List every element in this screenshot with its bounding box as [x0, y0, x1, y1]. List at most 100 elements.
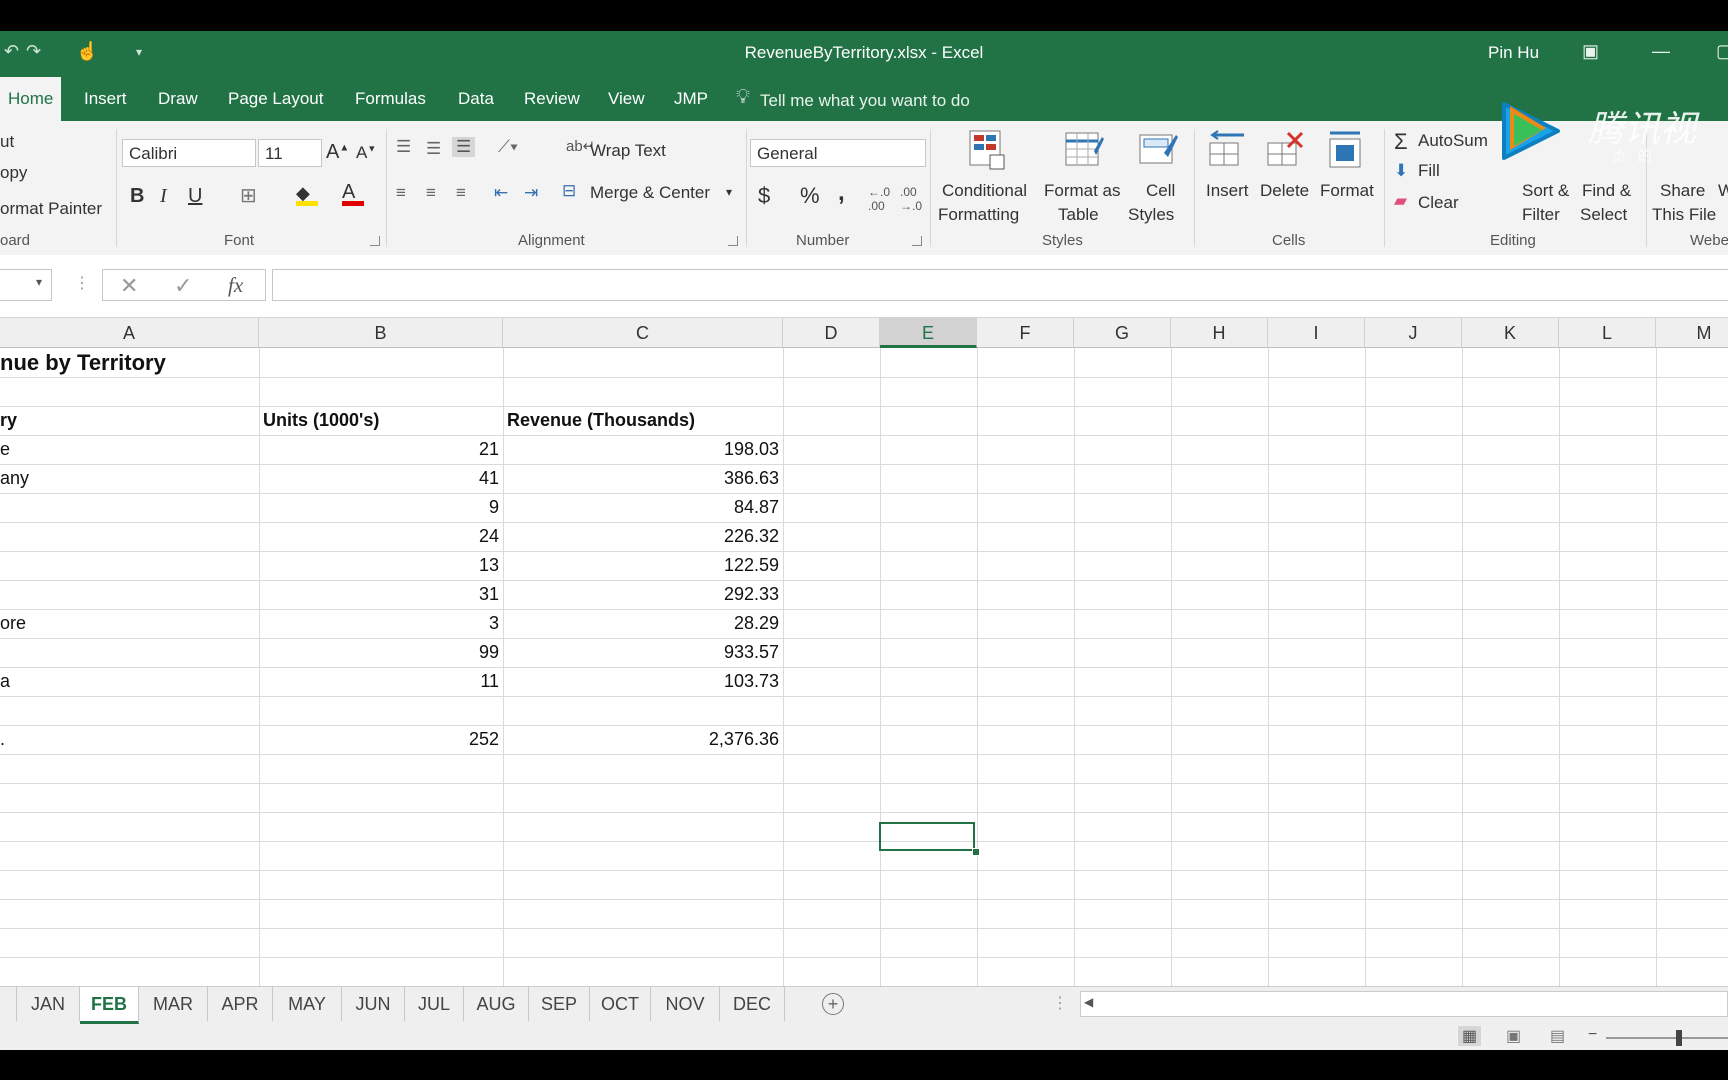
page-layout-view-icon[interactable]: ▣	[1506, 1026, 1521, 1046]
conditional-formatting-label-2[interactable]: Formatting	[938, 205, 1019, 225]
find-select-label-1[interactable]: Find &	[1582, 181, 1631, 201]
sheet-tab-oct[interactable]: OCT	[590, 987, 651, 1021]
minimize-icon[interactable]: —	[1652, 41, 1670, 62]
merge-dropdown-icon[interactable]: ▾	[726, 185, 732, 199]
tab-home[interactable]: Home	[0, 77, 62, 121]
scroll-left-icon[interactable]: ◀	[1084, 995, 1093, 1009]
insert-cells-button[interactable]: Insert	[1206, 181, 1249, 201]
autosum-icon[interactable]: Σ	[1394, 129, 1408, 155]
tab-insert[interactable]: Insert	[84, 89, 127, 109]
sheet-tab-apr[interactable]: APR	[208, 987, 273, 1021]
shrink-font-icon[interactable]: A▼	[356, 143, 376, 163]
sheet-tab-sep[interactable]: SEP	[529, 987, 590, 1021]
borders-icon[interactable]: ⊞	[240, 183, 257, 208]
tab-formulas[interactable]: Formulas	[355, 89, 426, 109]
name-box-dropdown-icon[interactable]: ▾	[36, 275, 42, 289]
italic-button[interactable]: I	[160, 185, 167, 208]
units-cell[interactable]: 3	[259, 609, 499, 638]
bold-button[interactable]: B	[130, 185, 144, 208]
align-center-icon[interactable]: ≡	[426, 183, 436, 203]
zoom-out-icon[interactable]: −	[1588, 1026, 1597, 1044]
column-header-e[interactable]: E	[880, 318, 977, 348]
conditional-formatting-label-1[interactable]: Conditional	[942, 181, 1027, 201]
revenue-cell[interactable]: 84.87	[503, 493, 779, 522]
header-revenue-cell[interactable]: Revenue (Thousands)	[507, 406, 695, 435]
units-cell[interactable]: 21	[259, 435, 499, 464]
formula-input[interactable]	[272, 269, 1728, 301]
sort-filter-label-1[interactable]: Sort &	[1522, 181, 1569, 201]
tab-data[interactable]: Data	[458, 89, 494, 109]
merge-center-icon[interactable]: ⊟	[562, 181, 576, 201]
units-cell[interactable]: 99	[259, 638, 499, 667]
header-territory-cell[interactable]: ry	[0, 406, 17, 435]
tab-review[interactable]: Review	[524, 89, 580, 109]
increase-indent-icon[interactable]: ⇥	[524, 183, 538, 203]
column-header-b[interactable]: B	[259, 318, 503, 348]
column-header-l[interactable]: L	[1559, 318, 1656, 348]
tab-view[interactable]: View	[608, 89, 645, 109]
units-cell[interactable]: 41	[259, 464, 499, 493]
territory-cell[interactable]: e	[0, 435, 10, 464]
sort-filter-label-2[interactable]: Filter	[1522, 205, 1560, 225]
column-header-f[interactable]: F	[977, 318, 1074, 348]
cell-styles-icon[interactable]	[1138, 129, 1178, 171]
split-handle-icon[interactable]: ⋮	[1052, 993, 1068, 1013]
units-cell[interactable]: 9	[259, 493, 499, 522]
middle-align-icon[interactable]: ☰	[426, 139, 441, 159]
sheet-tab-jun[interactable]: JUN	[342, 987, 405, 1021]
sheet-tab-feb[interactable]: FEB	[80, 987, 139, 1024]
ribbon-display-icon[interactable]: ▣	[1582, 41, 1599, 62]
decrease-decimal-icon[interactable]: .00 →.0	[900, 185, 922, 213]
zoom-slider[interactable]	[1606, 1037, 1728, 1039]
zoom-slider-thumb[interactable]	[1676, 1030, 1682, 1046]
delete-cells-icon[interactable]	[1266, 129, 1306, 171]
delete-cells-button[interactable]: Delete	[1260, 181, 1309, 201]
revenue-cell[interactable]: 226.32	[503, 522, 779, 551]
cut-button[interactable]: ut	[0, 132, 14, 152]
format-as-table-icon[interactable]	[1064, 129, 1104, 171]
format-cells-icon[interactable]	[1326, 129, 1366, 171]
orientation-icon[interactable]: ⟋▾	[498, 137, 518, 157]
sheet-tab-jul[interactable]: JUL	[405, 987, 464, 1021]
copy-button[interactable]: opy	[0, 163, 27, 183]
font-size-select[interactable]: 11	[258, 139, 322, 167]
font-color-icon[interactable]: A	[342, 181, 364, 206]
fill-handle[interactable]	[972, 848, 980, 856]
worksheet-grid[interactable]: A B C D E F G H I J K L M nue by Territo…	[0, 318, 1728, 986]
merge-center-button[interactable]: Merge & Center	[590, 183, 710, 203]
column-header-g[interactable]: G	[1074, 318, 1171, 348]
increase-decimal-icon[interactable]: ←.0.00	[868, 185, 890, 213]
eraser-icon[interactable]: ▰	[1394, 191, 1407, 211]
format-as-table-label-2[interactable]: Table	[1058, 205, 1099, 225]
share-label-1[interactable]: Share	[1660, 181, 1705, 201]
new-sheet-icon[interactable]: +	[822, 993, 844, 1015]
insert-cells-icon[interactable]	[1208, 129, 1248, 171]
align-left-icon[interactable]: ≡	[396, 183, 406, 203]
units-cell[interactable]: 11	[259, 667, 499, 696]
territory-cell[interactable]: any	[0, 464, 29, 493]
column-header-a[interactable]: A	[0, 318, 259, 348]
font-name-select[interactable]: Calibri	[122, 139, 256, 167]
comma-button[interactable]: ,	[838, 179, 845, 207]
fill-icon[interactable]: ⬇	[1394, 161, 1408, 181]
confirm-entry-icon[interactable]: ✓	[174, 273, 192, 299]
territory-cell[interactable]: a	[0, 667, 10, 696]
horizontal-scrollbar[interactable]	[1080, 991, 1728, 1017]
cell-styles-label-2[interactable]: Styles	[1128, 205, 1174, 225]
fill-button[interactable]: Fill	[1418, 161, 1440, 181]
underline-button[interactable]: U	[188, 185, 202, 208]
normal-view-icon[interactable]: ▦	[1458, 1026, 1482, 1046]
format-as-table-label-1[interactable]: Format as	[1044, 181, 1121, 201]
page-break-view-icon[interactable]: ▤	[1550, 1026, 1565, 1046]
total-units-cell[interactable]: 252	[259, 725, 499, 754]
insert-function-icon[interactable]: fx	[228, 273, 243, 298]
format-cells-button[interactable]: Format	[1320, 181, 1374, 201]
sheet-tab-dec[interactable]: DEC	[720, 987, 785, 1021]
sheet-tab-nov[interactable]: NOV	[651, 987, 720, 1021]
tell-me-search[interactable]: Tell me what you want to do	[760, 91, 970, 111]
sheet-tab-mar[interactable]: MAR	[139, 987, 208, 1021]
font-dialog-launcher[interactable]	[370, 236, 380, 246]
cell-styles-label-1[interactable]: Cell	[1146, 181, 1175, 201]
column-header-k[interactable]: K	[1462, 318, 1559, 348]
alignment-dialog-launcher[interactable]	[728, 236, 738, 246]
